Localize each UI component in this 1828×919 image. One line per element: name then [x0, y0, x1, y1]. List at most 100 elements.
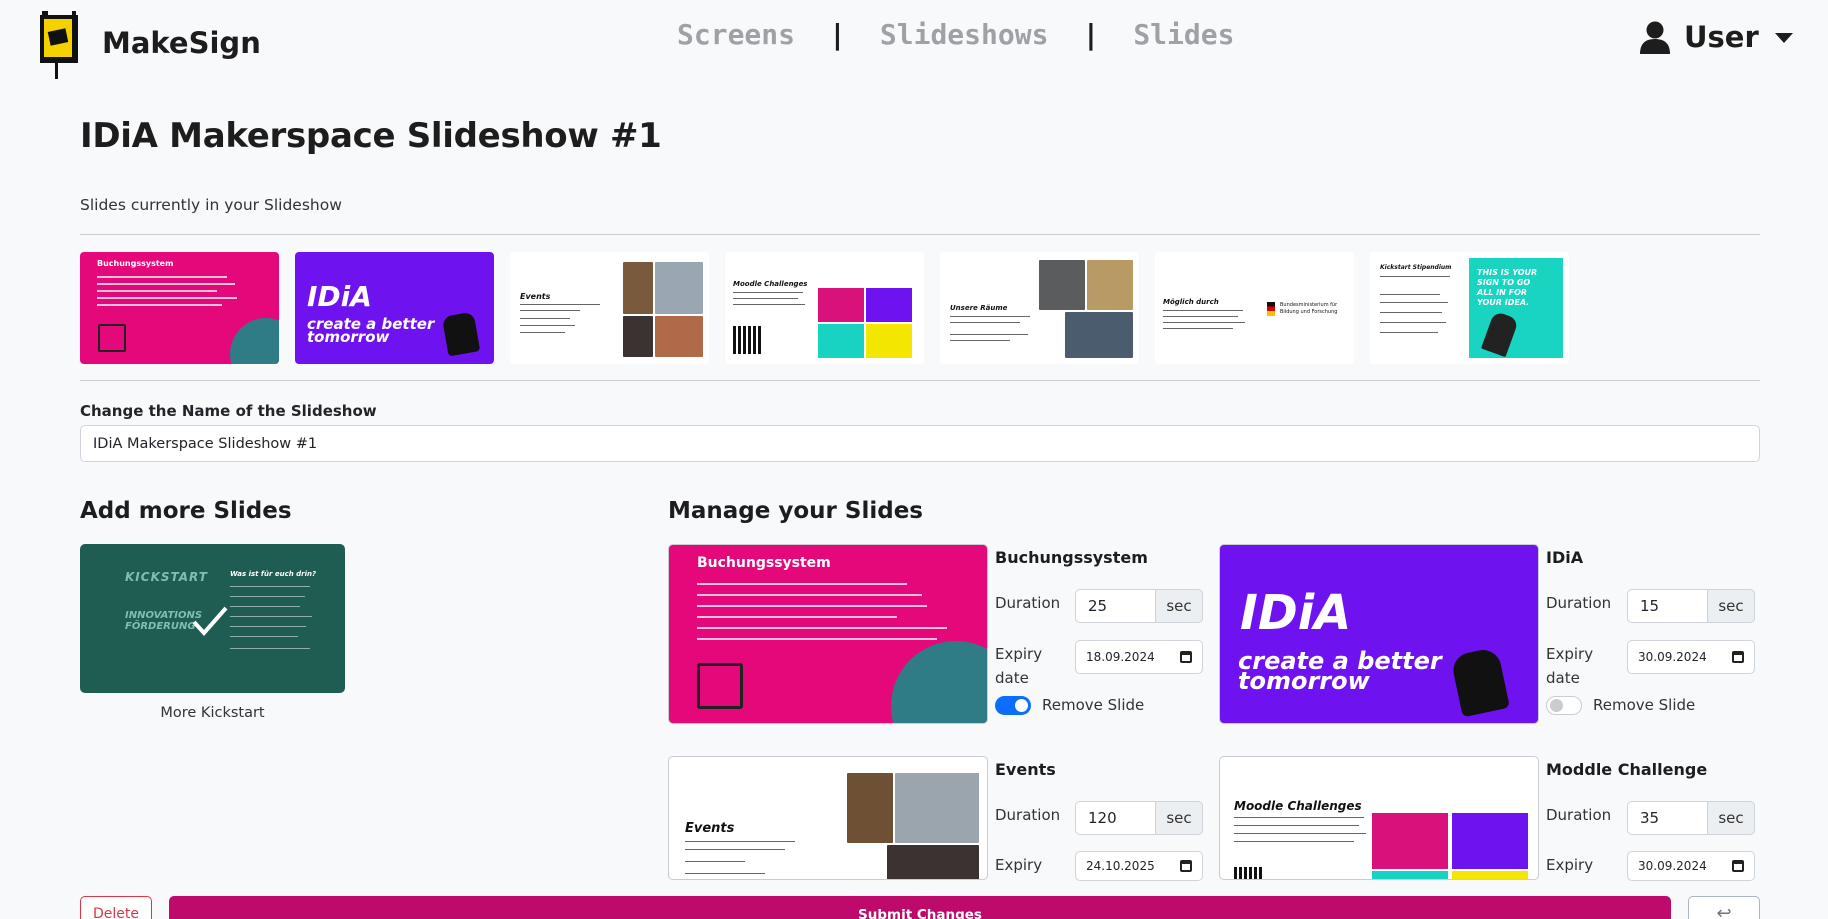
duration-label: Duration	[995, 806, 1061, 824]
text-line	[685, 873, 765, 874]
expiry-date-value: 18.09.2024	[1086, 650, 1155, 664]
expiry-label: Expiry	[1546, 856, 1594, 874]
text-line	[697, 627, 947, 629]
text-line	[520, 332, 565, 333]
strip-slide-kickstart[interactable]: Kickstart Stipendium THIS IS YOUR SIGN T…	[1370, 252, 1569, 364]
text-line	[950, 316, 1030, 317]
text-line	[1380, 294, 1440, 295]
page-subtitle: Slides currently in your Slideshow	[80, 196, 342, 214]
slide-title: Buchungssystem	[995, 548, 1148, 567]
manage-slide-idia[interactable]: IDiA create a better tomorrow	[1219, 544, 1539, 724]
photo	[1065, 312, 1133, 358]
photo	[895, 773, 979, 843]
manage-slide-events[interactable]: Events	[668, 756, 988, 880]
nav-separator: |	[1082, 18, 1100, 51]
strip-slide-buchungssystem[interactable]: Buchungssystem	[80, 252, 279, 364]
expiry-date-input[interactable]: 30.09.2024	[1627, 851, 1755, 881]
text-line	[697, 594, 922, 596]
photo	[655, 316, 703, 357]
printer-icon	[697, 663, 743, 709]
qr-code-icon	[1234, 867, 1264, 879]
strip-slide-heading: Buchungssystem	[97, 259, 174, 268]
back-button[interactable]: ↩	[1688, 896, 1760, 919]
brand-name[interactable]: MakeSign	[102, 26, 261, 60]
calendar-icon[interactable]	[1732, 651, 1744, 663]
expiry-label-2: date	[1546, 669, 1580, 687]
tile	[818, 288, 864, 322]
photo	[887, 845, 979, 879]
text-line	[697, 583, 907, 585]
text-line	[1380, 322, 1446, 323]
calendar-icon[interactable]	[1180, 860, 1192, 872]
delete-button[interactable]: Delete	[80, 896, 152, 919]
nav-screens[interactable]: Screens	[677, 18, 795, 51]
toggle-knob	[1550, 699, 1563, 712]
manage-slide-moodle[interactable]: Moodle Challenges	[1219, 756, 1539, 880]
slide-art-heading: Buchungssystem	[697, 555, 831, 571]
text-line	[1234, 825, 1359, 826]
duration-input[interactable]	[1075, 801, 1155, 835]
strip-slide-heading: Moodle Challenges	[733, 280, 808, 288]
nav-slideshows[interactable]: Slideshows	[880, 18, 1049, 51]
calendar-icon[interactable]	[1732, 860, 1744, 872]
text-line	[230, 636, 298, 637]
makesign-logo-icon[interactable]	[38, 11, 82, 79]
expiry-label-2: date	[995, 669, 1029, 687]
strip-slide-tagline: create a better tomorrow	[307, 315, 435, 346]
duration-input[interactable]	[1075, 589, 1155, 623]
expiry-label: Expiry date	[995, 642, 1042, 690]
add-slide-card-kickstart[interactable]: KICKSTART INNOVATIONS FÖRDERUNG Was ist …	[80, 544, 345, 693]
strip-slide-heading: Events	[520, 292, 551, 301]
slide-art-heading: Events	[685, 821, 735, 836]
calendar-icon[interactable]	[1180, 651, 1192, 663]
strip-slide-heading: Unsere Räume	[950, 304, 1008, 312]
duration-label: Duration	[1546, 594, 1612, 612]
text-line	[1163, 328, 1233, 329]
duration-unit: sec	[1707, 801, 1755, 835]
text-line	[1163, 316, 1238, 317]
expiry-date-value: 30.09.2024	[1638, 650, 1707, 664]
slide-art-tagline-2: tomorrow	[1238, 667, 1370, 695]
text-line	[230, 616, 312, 617]
text-line	[950, 334, 1028, 335]
manage-slides-heading: Manage your Slides	[668, 498, 923, 524]
text-line	[1234, 841, 1354, 842]
slideshow-name-input[interactable]	[80, 425, 1760, 462]
duration-input[interactable]	[1627, 801, 1707, 835]
remove-slide-toggle[interactable]	[1546, 696, 1582, 715]
tile	[1452, 813, 1528, 869]
photo	[1039, 260, 1085, 310]
strip-slide-raeume[interactable]: Unsere Räume	[940, 252, 1139, 364]
tile	[1372, 813, 1448, 869]
toggle-knob	[1015, 699, 1028, 712]
text-line	[230, 626, 306, 627]
text-line	[1234, 817, 1364, 818]
strip-slide-idia[interactable]: IDiA create a better tomorrow	[295, 252, 494, 364]
expiry-label-1: Expiry	[995, 645, 1043, 663]
duration-input[interactable]	[1627, 589, 1707, 623]
slide-title: IDiA	[1546, 548, 1584, 567]
strip-slide-moeglich[interactable]: Möglich durch Bundesministerium für Bild…	[1155, 252, 1354, 364]
user-menu[interactable]: User	[1640, 20, 1793, 54]
manage-slide-buchungssystem[interactable]: Buchungssystem	[668, 544, 988, 724]
nav-slides[interactable]: Slides	[1133, 18, 1234, 51]
expiry-date-input[interactable]: 24.10.2025	[1075, 851, 1203, 881]
duration-unit: sec	[1707, 589, 1755, 623]
strip-slide-events[interactable]: Events	[510, 252, 709, 364]
figure-shape	[441, 311, 481, 357]
strip-slide-moodle[interactable]: Moodle Challenges	[725, 252, 924, 364]
text-line	[697, 616, 897, 618]
tile	[1372, 871, 1448, 879]
strip-slide-heading: IDiA	[307, 280, 372, 313]
text-line	[733, 292, 803, 293]
remove-slide-toggle[interactable]	[995, 696, 1031, 715]
expiry-date-input[interactable]: 18.09.2024	[1075, 640, 1203, 674]
text-line	[230, 596, 305, 597]
figure-shape	[1480, 310, 1520, 358]
expiry-date-input[interactable]: 30.09.2024	[1627, 640, 1755, 674]
duration-label: Duration	[1546, 806, 1612, 824]
text-line	[733, 298, 798, 299]
submit-changes-button[interactable]: Submit Changes	[169, 896, 1671, 919]
tile	[818, 324, 864, 358]
expiry-label: Expiry date	[1546, 642, 1593, 690]
